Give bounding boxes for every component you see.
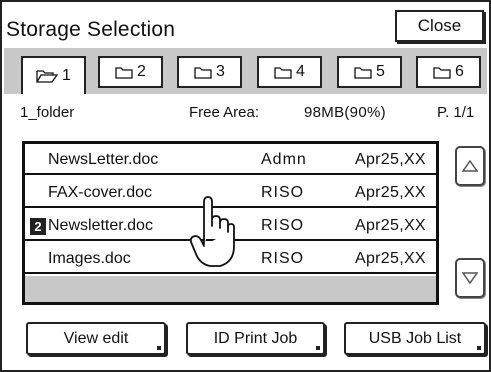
folder-icon	[194, 66, 212, 79]
empty-list-row	[25, 276, 436, 302]
file-owner: RISO	[261, 250, 305, 267]
tab-label: 1	[62, 67, 71, 84]
file-date: Apr25,XX	[355, 217, 426, 234]
list-item[interactable]: NewsLetter.doc Admn Apr25,XX	[25, 144, 436, 175]
tab-folder-3[interactable]: 3	[177, 56, 242, 88]
free-area-label: Free Area:	[189, 104, 260, 121]
page-title: Storage Selection	[6, 18, 176, 41]
file-name: NewsLetter.doc	[48, 151, 159, 168]
file-owner: Admn	[261, 151, 307, 168]
folder-icon	[115, 66, 133, 79]
tab-label: 6	[455, 63, 464, 80]
scroll-down-button[interactable]	[455, 258, 485, 298]
file-owner: RISO	[261, 184, 305, 201]
page-indicator: P. 1/1	[437, 104, 475, 121]
tab-label: 3	[216, 63, 225, 80]
file-date: Apr25,XX	[355, 151, 426, 168]
file-owner: RISO	[261, 217, 305, 234]
folder-icon	[433, 66, 451, 79]
file-name: Newsletter.doc	[48, 217, 153, 234]
id-print-job-button[interactable]: ID Print Job	[186, 322, 325, 355]
tab-label: 2	[137, 63, 146, 80]
tab-folder-2[interactable]: 2	[98, 56, 163, 88]
pointing-hand-icon	[190, 196, 235, 267]
title-bar: Storage Selection Close	[2, 2, 489, 46]
folder-icon	[354, 66, 372, 79]
file-name: Images.doc	[48, 250, 131, 267]
scroll-up-button[interactable]	[455, 146, 485, 186]
usb-job-list-button[interactable]: USB Job List	[344, 322, 486, 355]
folder-tab-strip: 1 2 3 4 5 6	[4, 48, 487, 94]
open-folder-icon	[36, 70, 59, 83]
tab-folder-6[interactable]: 6	[416, 56, 481, 88]
tab-folder-1[interactable]: 1	[21, 56, 86, 94]
free-area-value: 98MB(90%)	[304, 104, 386, 121]
tab-label: 4	[296, 63, 305, 80]
file-name: FAX-cover.doc	[48, 184, 153, 201]
file-date: Apr25,XX	[355, 184, 426, 201]
view-edit-button[interactable]: View edit	[26, 322, 166, 355]
tab-folder-4[interactable]: 4	[257, 56, 322, 88]
triangle-down-icon	[462, 272, 478, 284]
file-date: Apr25,XX	[355, 250, 426, 267]
folder-icon	[274, 66, 292, 79]
tab-label: 5	[376, 63, 385, 80]
triangle-up-icon	[462, 160, 478, 172]
copy-count-badge: 2	[30, 218, 46, 235]
close-button[interactable]: Close	[395, 10, 484, 42]
tab-folder-5[interactable]: 5	[337, 56, 402, 88]
current-folder-name: 1_folder	[20, 104, 75, 121]
